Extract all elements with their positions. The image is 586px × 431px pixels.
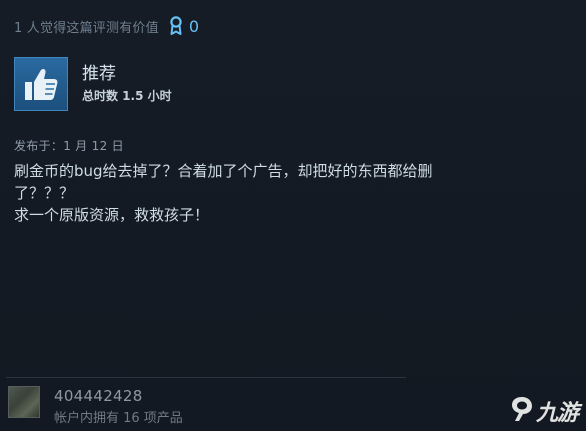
review-line: 求一个原版资源，救救孩子！	[14, 206, 210, 224]
posted-date: 发布于：1 月 12 日	[14, 139, 124, 153]
award-count: 0	[188, 16, 199, 36]
review-card: 1 人觉得这篇评测有价值 0 推荐 总时数 1.5 小时 发布于：1 月 12 …	[0, 0, 586, 431]
award-ribbon-icon[interactable]	[169, 16, 183, 36]
review-line: 刷金币的bug给去掉了？合着加了个广告，却把好的东西都给删	[14, 162, 433, 180]
helpful-text: 1 人觉得这篇评测有价值	[14, 20, 159, 36]
recommendation-text: 推荐 总时数 1.5 小时	[82, 63, 172, 105]
recommendation-header: 推荐 总时数 1.5 小时	[14, 56, 172, 112]
helpful-row: 1 人觉得这篇评测有价值 0	[14, 16, 199, 36]
watermark: 九游	[510, 395, 579, 427]
thumbs-up-icon[interactable]	[14, 57, 68, 111]
avatar[interactable]	[8, 386, 40, 418]
author-block: 404442428 帐户内拥有 16 项产品	[8, 386, 183, 428]
author-info: 404442428 帐户内拥有 16 项产品	[54, 386, 183, 428]
watermark-text: 九游	[535, 401, 579, 426]
author-name[interactable]: 404442428	[54, 386, 183, 406]
review-line: 了？？？	[14, 184, 75, 202]
divider	[6, 377, 406, 378]
author-products[interactable]: 帐户内拥有 16 项产品	[54, 410, 183, 428]
recommendation-title[interactable]: 推荐	[82, 63, 172, 85]
jiuyou-logo-icon	[510, 395, 534, 427]
review-content: 刷金币的bug给去掉了？合着加了个广告，却把好的东西都给删 了？？？ 求一个原版…	[14, 160, 514, 226]
playtime-hours: 总时数 1.5 小时	[82, 89, 172, 103]
